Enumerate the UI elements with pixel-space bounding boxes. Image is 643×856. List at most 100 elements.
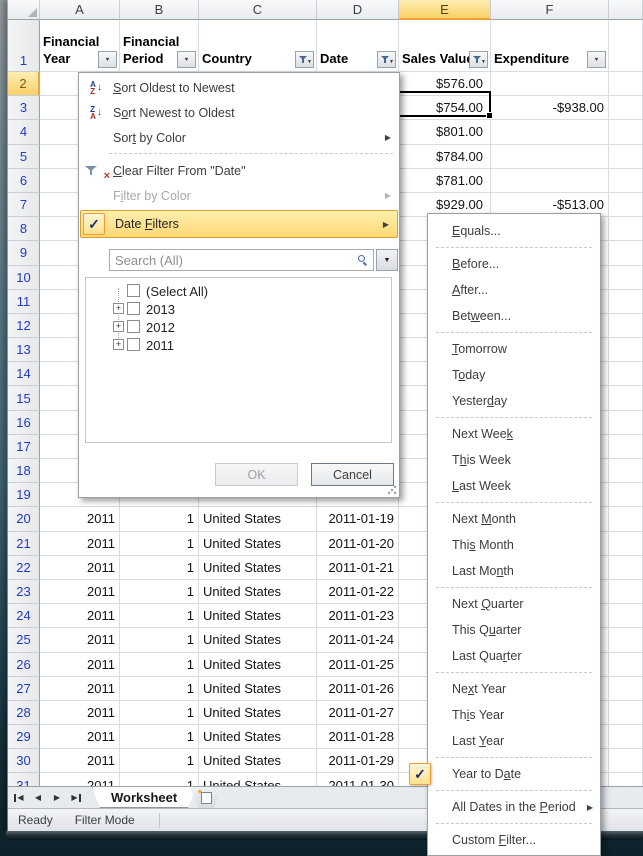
- row-header[interactable]: 26: [8, 653, 40, 677]
- resize-grip[interactable]: [386, 484, 397, 495]
- cell-empty[interactable]: [609, 749, 643, 773]
- filter-tree-item[interactable]: (Select All): [86, 282, 391, 300]
- cell-empty[interactable]: [609, 507, 643, 531]
- column-header-a[interactable]: A: [40, 0, 120, 20]
- cell-empty[interactable]: [609, 701, 643, 725]
- filter-applied-button[interactable]: ▼: [295, 51, 314, 68]
- cell-financial-period[interactable]: 1: [120, 725, 199, 749]
- cell-financial-year[interactable]: 2011: [40, 749, 120, 773]
- date-filter-menu-item[interactable]: Last Quarter: [428, 643, 600, 669]
- cell-financial-year[interactable]: 2011: [40, 653, 120, 677]
- row-header[interactable]: 27: [8, 677, 40, 701]
- cell-date[interactable]: 2011-01-20: [317, 532, 399, 556]
- cell-expenditure[interactable]: [491, 169, 609, 193]
- menu-item-sort-newest[interactable]: ZA ↓ Sort Newest to Oldest: [79, 100, 399, 125]
- cell-financial-year[interactable]: 2011: [40, 580, 120, 604]
- row-header[interactable]: 19: [8, 483, 40, 507]
- cell-date[interactable]: 2011-01-23: [317, 604, 399, 628]
- date-filter-menu-item[interactable]: Between...: [428, 303, 600, 329]
- cell-country[interactable]: United States: [199, 773, 317, 786]
- cell-date[interactable]: 2011-01-24: [317, 628, 399, 652]
- row-header[interactable]: 11: [8, 290, 40, 314]
- menu-item-clear-filter[interactable]: × Clear Filter From "Date": [79, 158, 399, 183]
- cell-date[interactable]: 2011-01-21: [317, 556, 399, 580]
- cell-financial-year[interactable]: 2011: [40, 604, 120, 628]
- cell-empty[interactable]: [609, 72, 643, 96]
- row-header[interactable]: 3: [8, 96, 40, 120]
- row-header[interactable]: 20: [8, 507, 40, 531]
- cell-empty[interactable]: [609, 459, 643, 483]
- cell-financial-period[interactable]: 1: [120, 556, 199, 580]
- date-filter-menu-item[interactable]: Last Month: [428, 558, 600, 584]
- date-filter-menu-item[interactable]: All Dates in the Period ▶: [428, 794, 600, 820]
- cell-financial-year[interactable]: 2011: [40, 532, 120, 556]
- date-filter-menu-item[interactable]: Last Year: [428, 728, 600, 754]
- cell-country[interactable]: United States: [199, 725, 317, 749]
- filter-applied-button[interactable]: ▼: [469, 51, 488, 68]
- cell-financial-period[interactable]: 1: [120, 701, 199, 725]
- cell-financial-year[interactable]: 2011: [40, 556, 120, 580]
- filter-tree-item[interactable]: + 2011: [86, 336, 391, 354]
- cell-financial-period[interactable]: 1: [120, 653, 199, 677]
- cell-country[interactable]: United States: [199, 653, 317, 677]
- row-header[interactable]: 13: [8, 338, 40, 362]
- expand-plus-icon[interactable]: +: [113, 339, 124, 350]
- date-filter-menu-item[interactable]: Custom Filter...: [428, 827, 600, 853]
- cell-country[interactable]: United States: [199, 701, 317, 725]
- date-filter-menu-item[interactable]: Today: [428, 362, 600, 388]
- cell-empty[interactable]: [609, 677, 643, 701]
- cell-financial-year[interactable]: 2011: [40, 725, 120, 749]
- cell-sales-value[interactable]: $801.00: [399, 120, 491, 144]
- cell-financial-year[interactable]: 2011: [40, 507, 120, 531]
- cell-empty[interactable]: [609, 653, 643, 677]
- cell-empty[interactable]: [609, 362, 643, 386]
- row-header[interactable]: 28: [8, 701, 40, 725]
- cell-empty[interactable]: [609, 532, 643, 556]
- insert-worksheet-tab[interactable]: [190, 787, 222, 808]
- cell-country[interactable]: United States: [199, 532, 317, 556]
- cell-empty[interactable]: [609, 483, 643, 507]
- cell-empty[interactable]: [609, 628, 643, 652]
- date-filter-menu-item[interactable]: Equals...: [428, 218, 600, 244]
- cell-expenditure[interactable]: -$938.00: [491, 96, 609, 120]
- cell-empty[interactable]: [609, 120, 643, 144]
- cell-date[interactable]: 2011-01-29: [317, 749, 399, 773]
- search-dropdown-button[interactable]: ▼: [376, 249, 398, 271]
- row-header-1[interactable]: 1: [8, 20, 40, 72]
- date-filter-menu-item[interactable]: This Quarter: [428, 617, 600, 643]
- filter-dropdown-button[interactable]: ▼: [587, 51, 606, 68]
- cell-empty[interactable]: [609, 145, 643, 169]
- cell-date[interactable]: 2011-01-22: [317, 580, 399, 604]
- cell-financial-year[interactable]: 2011: [40, 628, 120, 652]
- column-header-d[interactable]: D: [317, 0, 399, 20]
- date-filter-menu-item[interactable]: Next Year: [428, 676, 600, 702]
- cell-expenditure[interactable]: [491, 145, 609, 169]
- header-country[interactable]: Country ▼: [199, 20, 317, 72]
- expand-plus-icon[interactable]: +: [113, 321, 124, 332]
- cell-financial-period[interactable]: 1: [120, 604, 199, 628]
- column-header-e-selected[interactable]: E: [399, 0, 491, 20]
- cell-empty[interactable]: [609, 386, 643, 410]
- filter-dropdown-button[interactable]: ▼: [98, 51, 117, 68]
- previous-sheet-button[interactable]: ◀: [30, 790, 46, 806]
- date-filter-menu-item[interactable]: ✓ Year to Date: [428, 761, 600, 787]
- select-all-corner[interactable]: [8, 0, 40, 20]
- cell-country[interactable]: United States: [199, 556, 317, 580]
- cell-empty[interactable]: [609, 290, 643, 314]
- date-filter-menu-item[interactable]: Tomorrow: [428, 336, 600, 362]
- cell-financial-year[interactable]: 2011: [40, 701, 120, 725]
- cell-empty[interactable]: [609, 435, 643, 459]
- date-filter-menu-item[interactable]: After...: [428, 277, 600, 303]
- row-header[interactable]: 6: [8, 169, 40, 193]
- cell-empty[interactable]: [609, 241, 643, 265]
- row-header[interactable]: 4: [8, 120, 40, 144]
- cell-date[interactable]: 2011-01-19: [317, 507, 399, 531]
- row-header[interactable]: 2: [8, 72, 40, 96]
- date-filter-menu-item[interactable]: Next Quarter: [428, 591, 600, 617]
- filter-dropdown-button[interactable]: ▼: [177, 51, 196, 68]
- cell-financial-period[interactable]: 1: [120, 580, 199, 604]
- date-filter-menu-item[interactable]: Before...: [428, 251, 600, 277]
- header-expenditure[interactable]: Expenditure ▼: [491, 20, 609, 72]
- row-header[interactable]: 21: [8, 532, 40, 556]
- date-filter-menu-item[interactable]: Yesterday: [428, 388, 600, 414]
